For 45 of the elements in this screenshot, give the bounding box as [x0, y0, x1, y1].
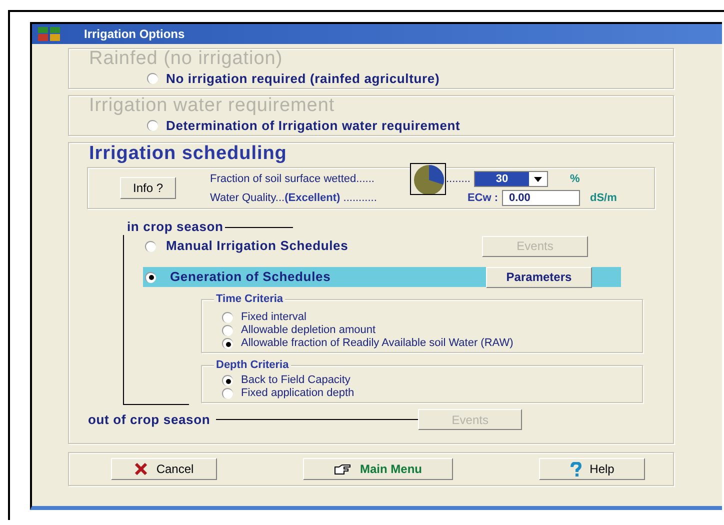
cancel-icon — [134, 463, 148, 475]
cancel-button[interactable]: Cancel — [111, 458, 217, 480]
option-label: Allowable fraction of Readily Available soil Water (RAW) — [241, 337, 514, 350]
option-label: Fixed interval — [241, 311, 306, 324]
unit: dS/m — [590, 190, 617, 206]
caret-icon — [534, 176, 542, 182]
pie-chart-icon — [410, 163, 446, 195]
dots: ........ — [446, 172, 472, 187]
section-title: in crop season — [123, 219, 226, 235]
group-title: Rainfed (no irrigation) — [89, 49, 284, 69]
option-label: Back to Field Capacity — [241, 374, 350, 387]
option-label: Allowable depletion amount — [241, 324, 376, 337]
option-label: Determination of Irrigation water requirement — [166, 117, 460, 135]
radio-button[interactable] — [222, 338, 233, 349]
radio-button[interactable] — [147, 73, 158, 84]
info-button[interactable]: Info ? — [120, 177, 176, 199]
help-button[interactable]: Help — [539, 458, 645, 480]
group-title: Irrigation scheduling — [89, 143, 288, 165]
radio-button[interactable] — [222, 388, 233, 399]
radio-button[interactable] — [222, 312, 233, 323]
dropdown-value: 30 — [475, 172, 529, 186]
field-label: Water Quality...(Excellent) ........... — [210, 190, 378, 206]
radio-button[interactable] — [222, 375, 233, 386]
section-title: out of crop season — [88, 410, 210, 429]
selected-option-row[interactable]: Generation of Schedules Parameters — [143, 267, 621, 287]
field-label: Fraction of soil surface wetted...... — [210, 172, 376, 187]
ecw-field[interactable]: 0.00 — [502, 190, 580, 206]
radio-button[interactable] — [145, 272, 156, 282]
field-label: ECw : — [466, 190, 499, 206]
unit: % — [570, 172, 580, 187]
window-title: Irrigation Options — [84, 26, 185, 43]
option-label: Fixed application depth — [241, 387, 354, 400]
dropdown[interactable]: 30 — [474, 171, 548, 187]
radio-button[interactable] — [147, 120, 158, 132]
main-menu-button[interactable]: Main Menu — [303, 458, 453, 480]
pointing-hand-icon — [334, 464, 352, 474]
help-icon — [570, 462, 582, 476]
parameters-button[interactable]: Parameters — [486, 266, 592, 288]
group-title: Depth Criteria — [214, 358, 291, 372]
radio-button[interactable] — [222, 325, 233, 336]
option-label: No irrigation required (rainfed agriculture) — [166, 70, 440, 88]
app-icon — [38, 27, 60, 41]
option-label: Manual Irrigation Schedules — [166, 237, 350, 256]
option-label: Generation of Schedules — [170, 268, 332, 286]
group-title: Irrigation water requirement — [89, 96, 336, 116]
